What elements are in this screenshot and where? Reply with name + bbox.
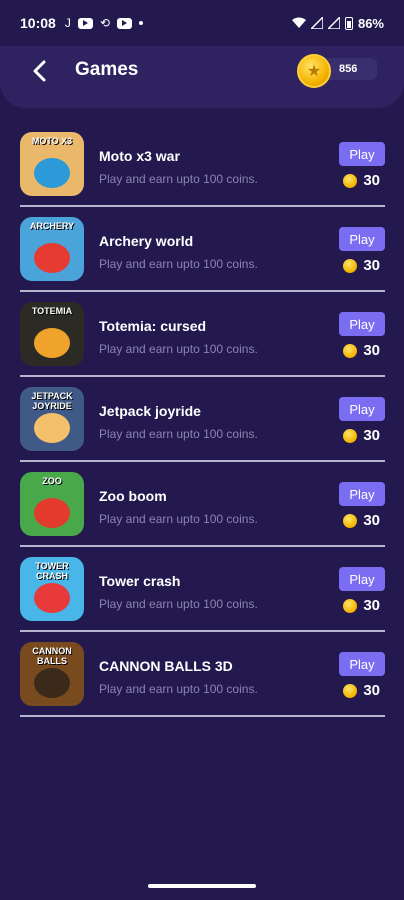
signal-icon-2 [327,17,340,29]
reward-value: 30 [363,682,380,699]
game-thumbnail[interactable]: ZOO [20,472,84,536]
status-bar: 10:08 J ⟲ 86% [0,0,404,46]
reward: 30 [343,172,380,189]
game-name: Zoo boom [99,488,167,504]
game-thumbnail[interactable]: ARCHERY [20,217,84,281]
reward-value: 30 [363,342,380,359]
thumbnail-text: ZOO [42,476,62,486]
thumbnail-text: CANNON BALLS [32,646,72,666]
status-time: 10:08 [20,15,56,31]
coin-icon [343,258,358,273]
play-button[interactable]: Play [339,652,385,676]
play-button[interactable]: Play [339,567,385,591]
more-notifications-icon [138,21,143,25]
thumbnail-art [34,668,70,698]
game-description: Play and earn upto 100 coins. [99,512,258,526]
game-description: Play and earn upto 100 coins. [99,257,258,271]
game-thumbnail[interactable]: MOTO X3 [20,132,84,196]
reward: 30 [343,257,380,274]
play-button[interactable]: Play [339,312,385,336]
thumbnail-art [34,498,70,528]
coin-balance: 856 [339,63,358,75]
game-name: Tower crash [99,573,181,589]
thumbnail-art [34,243,70,273]
coin-icon [343,428,358,443]
game-description: Play and earn upto 100 coins. [99,427,258,441]
reward: 30 [343,512,380,529]
game-description: Play and earn upto 100 coins. [99,597,258,611]
coin-icon [343,683,358,698]
game-description: Play and earn upto 100 coins. [99,682,258,696]
thumbnail-text: MOTO X3 [31,136,73,146]
play-button[interactable]: Play [339,482,385,506]
coin-balance-pill[interactable]: ★ 856 [297,54,379,88]
notification-letter: J [64,16,71,30]
game-name: Totemia: cursed [99,318,207,334]
game-row: ARCHERY Archery world Play and earn upto… [20,207,385,292]
status-left: 10:08 J ⟲ [20,15,292,31]
reward: 30 [343,682,380,699]
signal-icon [310,17,323,29]
game-row: MOTO X3 Moto x3 war Play and earn upto 1… [20,122,385,207]
battery-icon [344,16,353,30]
back-button[interactable] [26,58,52,84]
youtube-icon [77,17,93,29]
game-name: CANNON BALLS 3D [99,658,233,674]
youtube-icon-2 [116,17,132,29]
battery-percent: 86% [357,15,384,31]
wifi-icon [291,17,306,28]
game-row: TOWER CRASH Tower crash Play and earn up… [20,547,385,632]
game-list: MOTO X3 Moto x3 war Play and earn upto 1… [20,122,385,717]
game-thumbnail[interactable]: JETPACK JOYRIDE [20,387,84,451]
game-row: TOTEMIA Totemia: cursed Play and earn up… [20,292,385,377]
game-thumbnail[interactable]: CANNON BALLS [20,642,84,706]
game-description: Play and earn upto 100 coins. [99,342,258,356]
thumbnail-text: TOTEMIA [31,306,73,316]
coin-icon: ★ [297,54,331,88]
thumbnail-text: TOWER CRASH [35,561,69,581]
reward: 30 [343,427,380,444]
home-indicator[interactable] [148,884,256,888]
coin-icon [343,513,358,528]
game-name: Moto x3 war [99,148,180,164]
game-thumbnail[interactable]: TOWER CRASH [20,557,84,621]
play-button[interactable]: Play [339,142,385,166]
game-name: Archery world [99,233,194,249]
game-description: Play and earn upto 100 coins. [99,172,258,186]
thumbnail-text: JETPACK JOYRIDE [31,391,73,411]
reward: 30 [343,342,380,359]
coin-icon [343,598,358,613]
back-arrow-icon [33,60,46,82]
game-row: ZOO Zoo boom Play and earn upto 100 coin… [20,462,385,547]
reward-value: 30 [363,427,380,444]
game-row: CANNON BALLS CANNON BALLS 3D Play and ea… [20,632,385,717]
reward-value: 30 [363,172,380,189]
game-thumbnail[interactable]: TOTEMIA [20,302,84,366]
page-title: Games [75,59,139,80]
thumbnail-art [34,413,70,443]
thumbnail-art [34,583,70,613]
status-right: 86% [291,15,384,31]
game-name: Jetpack joyride [99,403,201,419]
reward-value: 30 [363,257,380,274]
play-button[interactable]: Play [339,227,385,251]
game-row: JETPACK JOYRIDE Jetpack joyride Play and… [20,377,385,462]
thumbnail-art [34,328,70,358]
sync-icon: ⟲ [99,16,110,30]
reward-value: 30 [363,512,380,529]
reward-value: 30 [363,597,380,614]
header: Games ★ 856 [0,46,404,108]
thumbnail-text: ARCHERY [29,221,75,231]
coin-icon [343,173,358,188]
thumbnail-art [34,158,70,188]
play-button[interactable]: Play [339,397,385,421]
reward: 30 [343,597,380,614]
coin-icon [343,343,358,358]
